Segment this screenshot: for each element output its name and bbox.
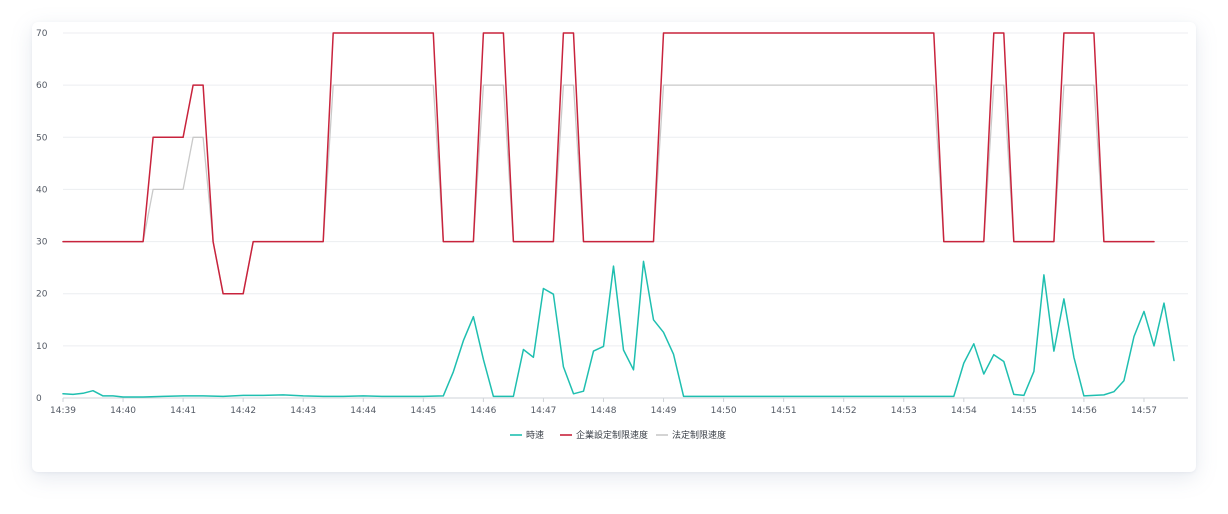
legend-item-label: 企業設定制限速度 <box>576 429 648 441</box>
y-tick-label: 50 <box>36 133 48 143</box>
speed-chart: 0 10 20 30 40 50 60 70 14:39 14:40 14:41 14:42 14:43… <box>36 29 1188 441</box>
x-tick-label: 14:41 <box>170 406 196 416</box>
y-tick-label: 10 <box>36 342 48 352</box>
y-tick-label: 30 <box>36 238 48 248</box>
x-tick-label: 14:52 <box>831 406 857 416</box>
y-tick-label: 0 <box>36 394 42 404</box>
y-tick-label: 60 <box>36 81 48 91</box>
x-tick-label: 14:46 <box>470 406 496 416</box>
legend-item-label: 時速 <box>526 430 544 441</box>
grid-lines <box>63 32 1188 399</box>
y-tick-label: 70 <box>36 29 48 39</box>
x-tick-label: 14:39 <box>50 406 76 416</box>
legend: 時速 企業設定制限速度 法定制限速度 <box>510 429 726 441</box>
x-tick-label: 14:55 <box>1011 406 1037 416</box>
x-tick-label: 14:57 <box>1131 406 1157 416</box>
y-axis: 0 10 20 30 40 50 60 70 <box>36 29 48 404</box>
x-tick-label: 14:50 <box>711 406 737 416</box>
x-tick-label: 14:45 <box>410 406 436 416</box>
x-axis: 14:39 14:40 14:41 14:42 14:43 14:44 14:45 14:46… <box>50 398 1157 416</box>
x-tick-label: 14:54 <box>951 406 977 416</box>
x-tick-label: 14:43 <box>290 406 316 416</box>
x-tick-label: 14:56 <box>1071 406 1097 416</box>
y-tick-label: 40 <box>36 185 48 195</box>
x-tick-label: 14:49 <box>651 406 677 416</box>
x-tick-label: 14:47 <box>530 406 556 416</box>
x-tick-label: 14:42 <box>230 406 256 416</box>
x-tick-label: 14:51 <box>771 406 797 416</box>
y-tick-label: 20 <box>36 290 48 300</box>
x-tick-label: 14:48 <box>591 406 617 416</box>
series-line-1 <box>62 32 1155 295</box>
legend-item-label: 法定制限速度 <box>672 429 726 441</box>
x-tick-label: 14:40 <box>110 406 136 416</box>
series-line-0 <box>62 260 1175 398</box>
chart-card: 0 10 20 30 40 50 60 70 14:39 14:40 14:41 14:42 14:43… <box>32 22 1196 472</box>
x-tick-label: 14:53 <box>891 406 917 416</box>
x-tick-label: 14:44 <box>350 406 376 416</box>
